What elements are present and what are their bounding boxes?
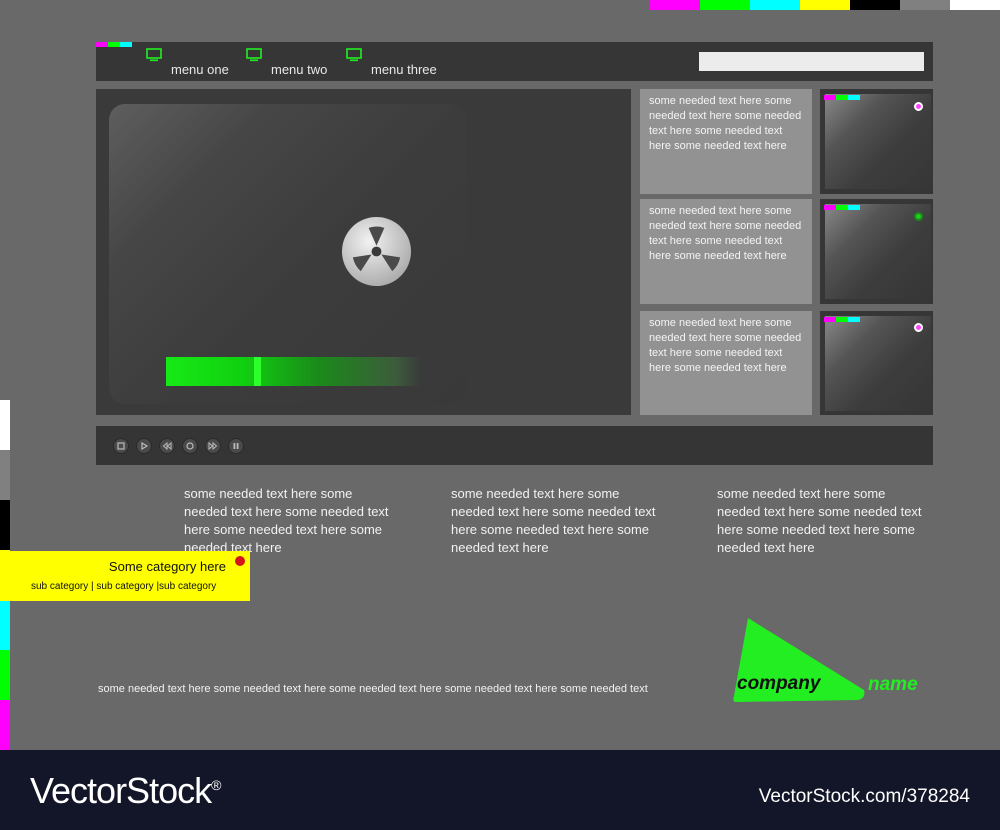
thumbnail-color-strip xyxy=(824,205,860,210)
nav-item-menu-two[interactable]: menu two xyxy=(246,48,327,78)
footer-text: some needed text here some needed text h… xyxy=(98,683,648,695)
side-text-box: some needed text here some needed text h… xyxy=(640,89,812,194)
player-controls xyxy=(96,426,933,465)
nav-item-label: menu two xyxy=(271,62,328,77)
subcategory-links[interactable]: sub category | sub category |sub categor… xyxy=(31,581,216,592)
nav-item-label: menu three xyxy=(371,62,437,77)
category-tag[interactable]: Some category here sub category | sub ca… xyxy=(0,551,250,601)
record-button[interactable] xyxy=(182,438,198,454)
content-column: some needed text here some needed text h… xyxy=(451,486,656,555)
color-swatch xyxy=(700,0,750,10)
watermark-id: VectorStock.com/378284 xyxy=(758,786,970,807)
status-dot xyxy=(914,323,923,332)
film-reel-icon[interactable] xyxy=(341,216,412,287)
watermark-bar: VectorStock® VectorStock.com/378284 xyxy=(0,750,1000,830)
logo-company-text: company xyxy=(737,673,821,694)
monitor-icon xyxy=(246,48,262,62)
side-text: some needed text here some needed text h… xyxy=(649,95,802,152)
color-swatch xyxy=(850,0,900,10)
status-dot xyxy=(914,212,923,221)
color-swatch xyxy=(0,450,10,500)
color-swatch xyxy=(650,0,700,10)
color-swatch xyxy=(0,500,10,550)
content-column: some needed text here some needed text h… xyxy=(717,486,922,555)
rewind-button[interactable] xyxy=(159,438,175,454)
color-swatch xyxy=(0,600,10,650)
nav-item-menu-one[interactable]: menu one xyxy=(146,48,229,78)
play-button[interactable] xyxy=(136,438,152,454)
color-swatch xyxy=(0,400,10,450)
search-input[interactable] xyxy=(699,52,924,71)
color-swatch xyxy=(0,700,10,750)
logo-name-text: name xyxy=(868,674,918,695)
side-text: some needed text here some needed text h… xyxy=(649,317,802,374)
monitor-icon xyxy=(346,48,362,62)
nav-bar: menu one menu two menu three xyxy=(96,42,933,81)
pause-icon xyxy=(233,443,239,449)
video-thumbnail[interactable] xyxy=(820,311,933,415)
nav-color-strip xyxy=(96,42,132,47)
fast-forward-icon xyxy=(208,441,218,451)
video-thumbnail[interactable] xyxy=(820,89,933,194)
side-text: some needed text here some needed text h… xyxy=(649,205,802,262)
status-dot xyxy=(914,102,923,111)
nav-item-label: menu one xyxy=(171,62,229,77)
red-dot-icon xyxy=(235,556,245,566)
progress-bar[interactable] xyxy=(166,357,421,386)
color-swatch xyxy=(0,650,10,700)
record-icon xyxy=(186,442,194,450)
pause-button[interactable] xyxy=(228,438,244,454)
color-swatch xyxy=(950,0,1000,10)
fast-forward-button[interactable] xyxy=(205,438,221,454)
stop-button[interactable] xyxy=(113,438,129,454)
watermark-brand: VectorStock® xyxy=(30,770,221,811)
thumbnail-color-strip xyxy=(824,95,860,100)
side-text-box: some needed text here some needed text h… xyxy=(640,311,812,415)
color-swatch xyxy=(750,0,800,10)
video-screen[interactable] xyxy=(109,104,467,404)
side-text-box: some needed text here some needed text h… xyxy=(640,199,812,304)
color-swatch xyxy=(900,0,950,10)
color-swatch xyxy=(800,0,850,10)
thumbnail-color-strip xyxy=(824,317,860,322)
company-logo[interactable]: company name xyxy=(732,616,932,706)
color-test-strip-top xyxy=(650,0,1000,10)
rewind-icon xyxy=(162,441,172,451)
progress-handle[interactable] xyxy=(254,357,261,386)
play-icon xyxy=(141,441,149,451)
content-column: some needed text here some needed text h… xyxy=(184,486,389,555)
video-thumbnail[interactable] xyxy=(820,199,933,304)
nav-item-menu-three[interactable]: menu three xyxy=(346,48,437,78)
video-player xyxy=(96,89,631,415)
stop-icon xyxy=(117,442,125,450)
category-title[interactable]: Some category here xyxy=(109,559,226,574)
monitor-icon xyxy=(146,48,162,62)
